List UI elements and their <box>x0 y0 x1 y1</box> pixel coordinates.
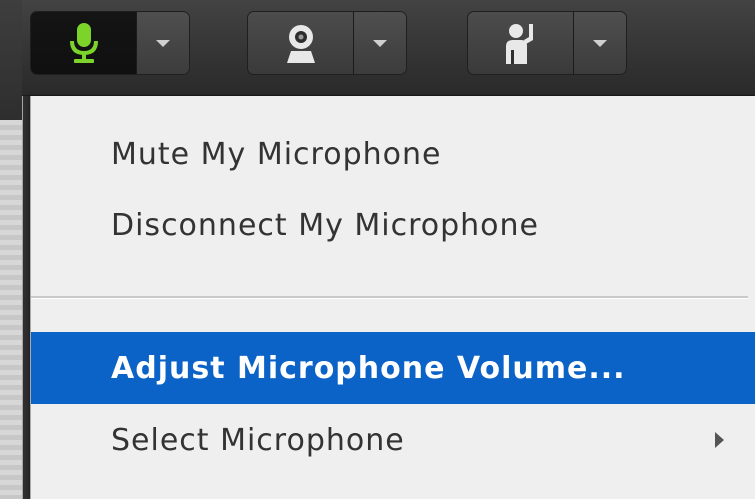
status-control-group <box>468 12 626 74</box>
chevron-down-icon <box>593 39 607 47</box>
microphone-menu: Mute My Microphone Disconnect My Microph… <box>30 96 755 499</box>
menu-item-label: Mute My Microphone <box>111 136 442 172</box>
left-edge-dark-band <box>0 0 22 121</box>
toolbar <box>22 0 755 96</box>
chevron-down-icon <box>373 39 387 47</box>
submenu-arrow-icon <box>715 432 724 448</box>
camera-button[interactable] <box>248 12 354 74</box>
menu-item-label: Select Microphone <box>111 422 405 458</box>
raise-hand-button[interactable] <box>468 12 574 74</box>
app-window: Mute My Microphone Disconnect My Microph… <box>0 0 755 499</box>
menu-separator <box>31 296 748 299</box>
menu-item-adjust-microphone-volume[interactable]: Adjust Microphone Volume... <box>31 332 755 404</box>
microphone-dropdown-button[interactable] <box>137 12 189 74</box>
microphone-button[interactable] <box>31 12 137 74</box>
microphone-control-group <box>31 12 189 74</box>
menu-item-disconnect-microphone[interactable]: Disconnect My Microphone <box>31 189 755 261</box>
webcam-icon <box>286 25 315 63</box>
camera-dropdown-button[interactable] <box>354 12 406 74</box>
raise-hand-icon <box>505 24 533 64</box>
menu-item-mute-microphone[interactable]: Mute My Microphone <box>31 118 755 190</box>
menu-item-select-microphone[interactable]: Select Microphone <box>31 404 755 476</box>
camera-control-group <box>248 12 406 74</box>
status-dropdown-button[interactable] <box>574 12 626 74</box>
chevron-down-icon <box>156 39 170 47</box>
menu-item-label: Adjust Microphone Volume... <box>111 350 626 386</box>
left-edge-light-band <box>0 120 22 499</box>
left-edge-strip <box>0 0 23 499</box>
menu-item-label: Disconnect My Microphone <box>111 207 539 243</box>
microphone-icon <box>69 23 98 63</box>
